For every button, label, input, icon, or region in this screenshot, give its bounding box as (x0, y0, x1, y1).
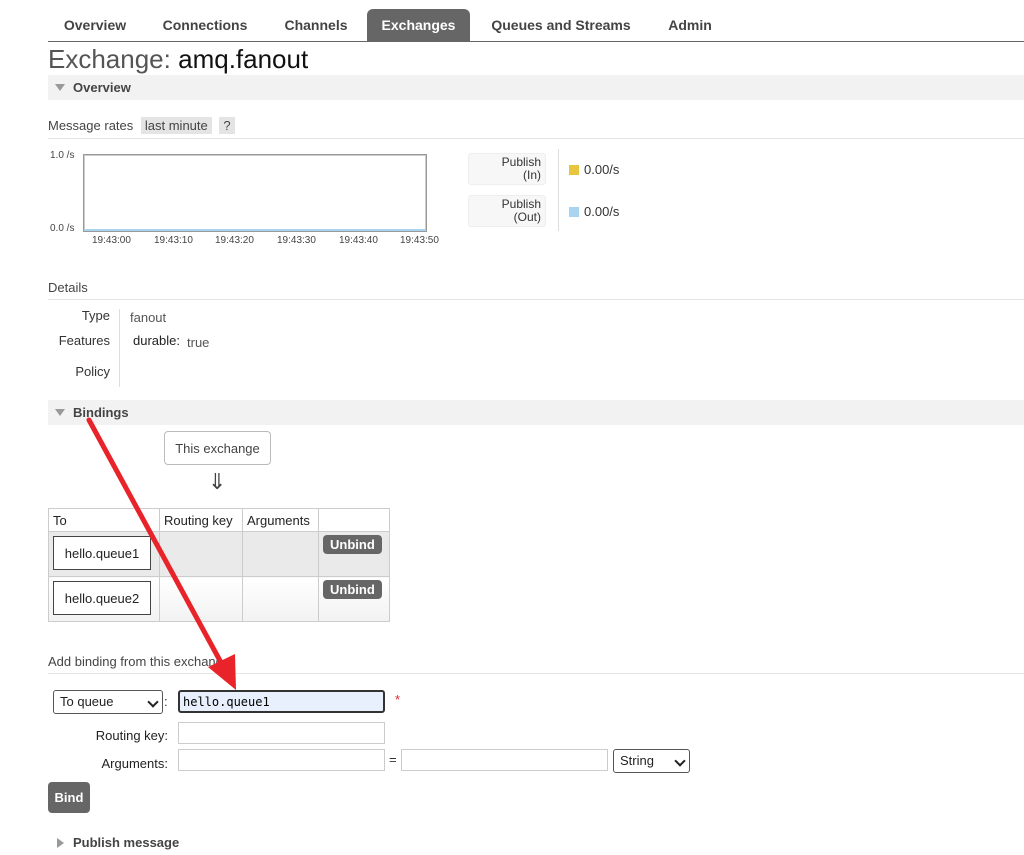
details-divider (119, 309, 120, 387)
chart-x-tick: 19:43:00 (92, 235, 131, 246)
tab-exchanges[interactable]: Exchanges (367, 9, 470, 41)
chart-y-max-label: 1.0 /s (50, 150, 75, 161)
chart-y-min-label: 0.0 /s (50, 223, 75, 234)
table-header-row: To Routing key Arguments (48, 508, 390, 532)
arguments-label: Arguments: (101, 756, 168, 771)
expand-triangle-icon (57, 838, 64, 848)
chart-x-tick: 19:43:50 (400, 235, 439, 246)
legend-publish-in-button[interactable]: Publish (In) (468, 153, 546, 185)
column-header-actions (318, 508, 390, 532)
chevron-down-icon (674, 755, 686, 767)
tab-queues-and-streams[interactable]: Queues and Streams (479, 9, 643, 41)
chart-series-line (84, 229, 426, 231)
actions-cell: Unbind (318, 576, 390, 622)
legend-value-publish-out: 0.00/s (569, 204, 619, 219)
type-value: fanout (130, 310, 167, 325)
features-label: Features (58, 333, 110, 348)
publish-in-rate: 0.00/s (584, 162, 620, 177)
rate-range-selector[interactable]: last minute (140, 117, 212, 134)
collapse-triangle-icon (55, 409, 65, 416)
binding-destination-cell: hello.queue1 (48, 531, 160, 577)
column-header-to: To (48, 508, 160, 532)
tab-connections[interactable]: Connections (146, 9, 264, 41)
publish-in-swatch (569, 165, 579, 175)
chevron-down-icon (147, 696, 159, 708)
features-key: durable: (133, 333, 180, 348)
bindings-table: To Routing key Arguments hello.queue1 Un… (48, 508, 390, 622)
routing-key-cell (159, 576, 243, 622)
unbind-button[interactable]: Unbind (323, 580, 382, 599)
column-header-routing-key: Routing key (159, 508, 243, 532)
publish-out-swatch (569, 207, 579, 217)
queue-link[interactable]: hello.queue2 (53, 581, 151, 615)
arguments-cell (242, 576, 319, 622)
down-arrow-icon: ⇓ (208, 469, 227, 494)
features-value: true (187, 335, 210, 350)
table-row: hello.queue2 Unbind (48, 576, 390, 622)
colon-separator: : (164, 694, 168, 709)
collapse-triangle-icon (55, 84, 65, 91)
help-button[interactable]: ? (219, 117, 235, 134)
details-heading: Details (48, 280, 1024, 300)
publish-message-section-label: Publish message (73, 835, 180, 850)
legend-label-line2: (Out) (513, 210, 541, 224)
binding-destination-cell: hello.queue2 (48, 576, 160, 622)
message-rates-heading: Message rates last minute ? (48, 117, 1024, 139)
chart-x-tick: 19:43:10 (154, 235, 193, 246)
legend-publish-out-button[interactable]: Publish (Out) (468, 195, 546, 227)
argument-value-input[interactable] (401, 749, 608, 771)
argument-type-value: String (620, 753, 654, 768)
actions-cell: Unbind (318, 531, 390, 577)
overview-section-toggle[interactable]: Overview (48, 75, 1024, 100)
message-rates-label: Message rates (48, 118, 134, 133)
type-label: Type (81, 308, 110, 323)
overview-section-label: Overview (73, 80, 131, 95)
chart-x-tick: 19:43:20 (215, 235, 254, 246)
argument-type-select[interactable]: String (613, 749, 690, 773)
bind-button[interactable]: Bind (48, 782, 90, 813)
destination-type-select[interactable]: To queue (53, 690, 163, 714)
tab-overview[interactable]: Overview (48, 9, 142, 41)
required-mark: * (395, 692, 401, 707)
table-row: hello.queue1 Unbind (48, 531, 390, 577)
unbind-button[interactable]: Unbind (323, 535, 382, 554)
tab-channels[interactable]: Channels (268, 9, 364, 41)
column-header-arguments: Arguments (242, 508, 319, 532)
policy-label: Policy (75, 364, 110, 379)
argument-key-input[interactable] (178, 749, 385, 771)
legend-label-line2: (In) (523, 168, 541, 182)
queue-link[interactable]: hello.queue1 (53, 536, 151, 570)
legend-value-publish-in: 0.00/s (569, 162, 619, 177)
tab-admin[interactable]: Admin (653, 9, 727, 41)
equals-sign: = (389, 752, 397, 767)
bindings-section-label: Bindings (73, 405, 129, 420)
routing-key-label: Routing key: (95, 728, 168, 743)
add-binding-heading: Add binding from this exchange (48, 654, 1024, 674)
arguments-cell (242, 531, 319, 577)
routing-key-input[interactable] (178, 722, 385, 744)
legend-divider (558, 149, 559, 231)
chart-x-tick: 19:43:40 (339, 235, 378, 246)
publish-out-rate: 0.00/s (584, 204, 620, 219)
page-title-prefix: Exchange: (48, 44, 171, 74)
exchange-name: amq.fanout (178, 44, 309, 74)
routing-key-cell (159, 531, 243, 577)
this-exchange-box: This exchange (164, 431, 271, 465)
chart-x-tick: 19:43:30 (277, 235, 316, 246)
main-nav: Overview Connections Channels Exchanges … (48, 9, 1024, 42)
publish-message-section-toggle[interactable]: Publish message (48, 830, 1024, 855)
destination-input[interactable] (178, 690, 385, 713)
destination-type-value: To queue (60, 694, 114, 709)
bindings-section-toggle[interactable]: Bindings (48, 400, 1024, 425)
page-title: Exchange: amq.fanout (48, 44, 308, 75)
message-rates-chart (83, 154, 427, 232)
